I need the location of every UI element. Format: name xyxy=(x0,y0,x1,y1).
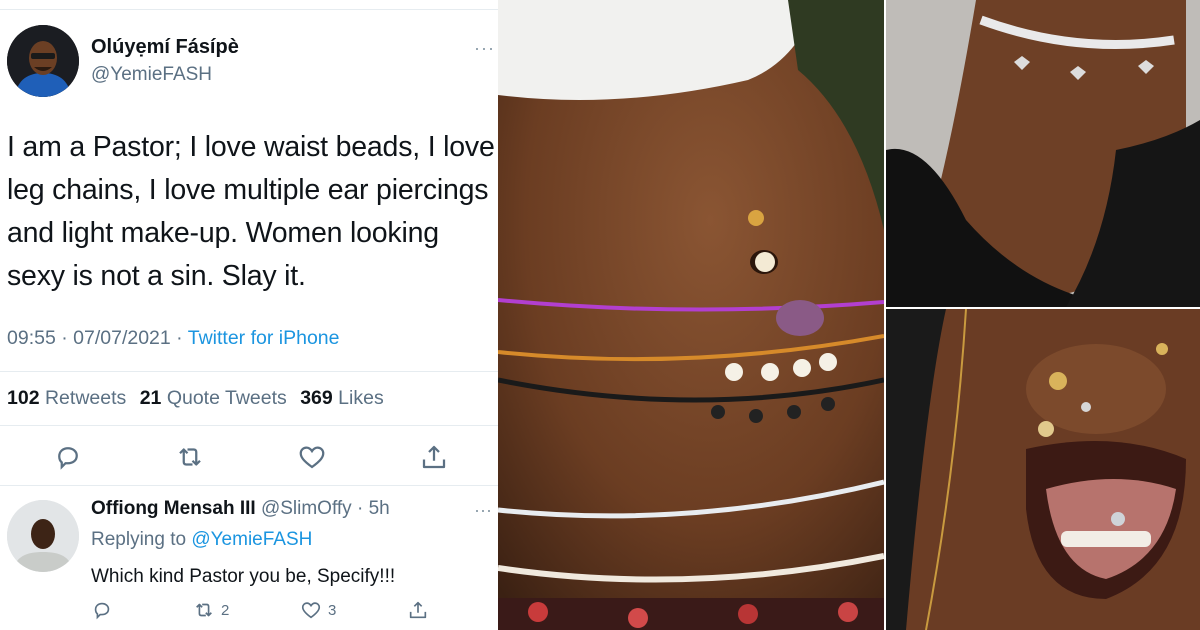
quote-tweets-label: Quote Tweets xyxy=(166,387,287,409)
like-icon[interactable] xyxy=(297,442,327,472)
reply-icon xyxy=(94,602,110,620)
reply-header: Offiong Mensah III @SlimOffy · 5h xyxy=(91,498,390,520)
anklet-photo xyxy=(886,0,1200,307)
reply-author-handle[interactable]: @SlimOffy xyxy=(261,498,352,519)
share-icon xyxy=(409,601,427,619)
replying-to-label: Replying to xyxy=(91,529,187,550)
author-name[interactable]: Olúyẹmí Fásípè xyxy=(91,36,239,59)
reply-like-button[interactable]: 3 xyxy=(300,598,336,622)
reply-author-avatar[interactable] xyxy=(7,500,79,572)
reply-share-button[interactable] xyxy=(407,598,429,622)
like-icon xyxy=(301,602,321,619)
retweets-stat[interactable]: 102 Retweets xyxy=(7,387,126,409)
tweet-date[interactable]: 07/07/2021 xyxy=(73,327,171,349)
likes-label: Likes xyxy=(338,387,384,409)
tweet-text-line: sexy is not a sin. Slay it. xyxy=(7,260,306,292)
likes-count: 369 xyxy=(300,387,333,409)
divider xyxy=(0,371,498,372)
meta-separator: · xyxy=(351,498,369,519)
tweet-panel: Olúyẹmí Fásípè @YemieFASH ··· I am a Pas… xyxy=(0,0,498,630)
tweet-text-line: leg chains, I love multiple ear piercing… xyxy=(7,174,489,206)
reply-text: Which kind Pastor you be, Specify!!! xyxy=(91,566,396,587)
more-options-icon[interactable]: ··· xyxy=(474,38,495,59)
tweet-text-line: I am a Pastor; I love waist beads, I lov… xyxy=(7,131,495,163)
author-avatar[interactable] xyxy=(7,25,79,97)
reply-time[interactable]: 5h xyxy=(369,498,390,519)
reply-retweet-count: 2 xyxy=(221,601,230,619)
retweet-icon[interactable] xyxy=(175,442,205,472)
quote-tweets-count: 21 xyxy=(139,387,162,409)
share-icon[interactable] xyxy=(419,442,449,472)
tweet-time[interactable]: 09:55 xyxy=(7,327,56,349)
replying-to-mention[interactable]: @YemieFASH xyxy=(191,529,312,550)
piercings-photo xyxy=(886,309,1200,630)
meta-separator: · xyxy=(55,327,74,349)
divider xyxy=(0,425,498,426)
reply-like-count: 3 xyxy=(328,601,337,619)
retweets-count: 102 xyxy=(7,387,40,409)
meta-separator: · xyxy=(170,327,188,349)
reply-retweet-button[interactable]: 2 xyxy=(193,598,229,622)
reply-reply-button[interactable] xyxy=(91,598,113,622)
tweet-text-line: and light make-up. Women looking xyxy=(7,217,439,249)
retweets-label: Retweets xyxy=(44,387,127,409)
divider xyxy=(0,485,498,486)
tweet-stats: 102 Retweets 21 Quote Tweets 369 Likes xyxy=(7,387,392,410)
tweet-source-link[interactable]: Twitter for iPhone xyxy=(188,327,340,349)
tweet-text: I am a Pastor; I love waist beads, I lov… xyxy=(7,126,495,298)
tweet-metadata: 09:55 · 07/07/2021 · Twitter for iPhone xyxy=(7,327,339,350)
author-handle[interactable]: @YemieFASH xyxy=(91,64,212,86)
likes-stat[interactable]: 369 Likes xyxy=(300,387,384,409)
reply-icon[interactable] xyxy=(53,442,83,472)
quote-tweets-stat[interactable]: 21 Quote Tweets xyxy=(140,387,287,409)
retweet-icon xyxy=(196,603,212,617)
reply-more-options-icon[interactable]: ··· xyxy=(474,500,492,521)
replying-to: Replying to @YemieFASH xyxy=(91,529,312,551)
divider xyxy=(0,9,498,10)
waist-beads-photo xyxy=(498,0,884,630)
reply-author-name[interactable]: Offiong Mensah III xyxy=(91,498,256,519)
